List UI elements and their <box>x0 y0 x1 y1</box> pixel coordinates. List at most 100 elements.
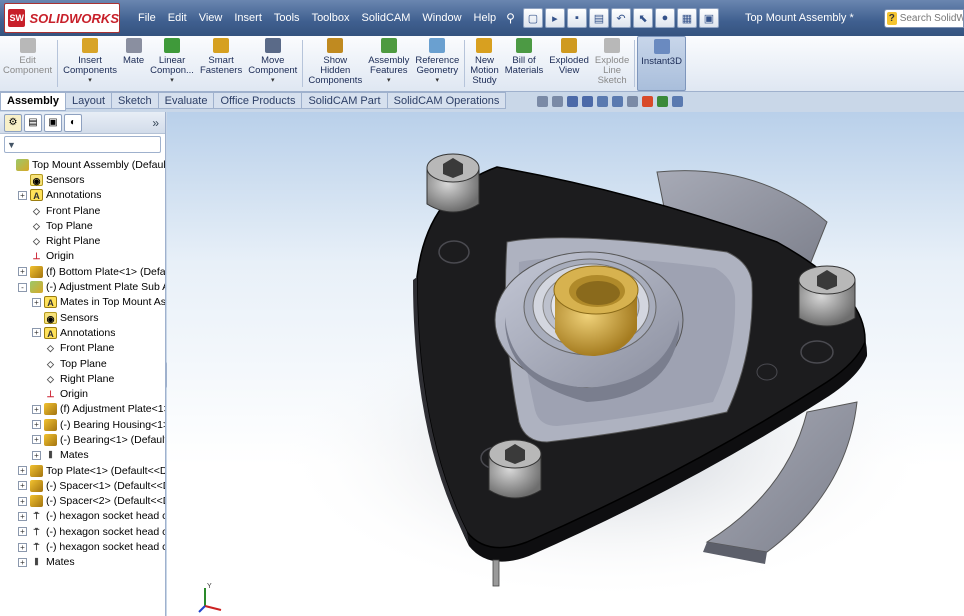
mate-button[interactable]: Mate <box>120 36 147 91</box>
bearing-bushing[interactable] <box>553 265 639 357</box>
dropdown-arrow-icon[interactable]: ▾ <box>387 76 391 86</box>
search-box[interactable]: ? Search SolidWorks <box>884 9 964 28</box>
hide-show-items-icon[interactable] <box>627 96 638 107</box>
view-orientation-icon[interactable] <box>597 96 608 107</box>
new-document-icon[interactable]: ▢ <box>522 8 543 28</box>
tab-assembly[interactable]: Assembly <box>0 92 66 111</box>
hex-bolt-1[interactable] <box>426 153 480 213</box>
tab-layout[interactable]: Layout <box>65 92 113 109</box>
save-icon[interactable]: ▪ <box>566 8 587 28</box>
tree-node[interactable]: ⊥ Origin <box>0 386 165 401</box>
feature-manager-tab-icon[interactable]: ⚙ <box>4 113 22 132</box>
tree-node[interactable]: + ⫴ Mates <box>0 448 165 463</box>
menu-view[interactable]: View <box>193 0 229 36</box>
expand-icon[interactable]: + <box>32 420 41 430</box>
smart-fasteners-button[interactable]: Smart Fasteners <box>197 36 245 91</box>
expand-panel-icon[interactable]: » <box>152 116 159 130</box>
search-input[interactable]: Search SolidWorks <box>900 13 963 24</box>
menu-tools[interactable]: Tools <box>268 0 306 36</box>
options-icon[interactable]: ▣ <box>698 8 719 28</box>
tab-solidcam-part[interactable]: SolidCAM Part <box>302 92 388 109</box>
tree-node[interactable]: + A Mates in Top Mount Ass <box>0 295 165 310</box>
tree-node[interactable]: + (-) Bearing<1> (Default< <box>0 432 165 447</box>
motion-study-button[interactable]: New Motion Study <box>467 36 502 91</box>
menu-edit[interactable]: Edit <box>162 0 193 36</box>
edit-appearance-icon[interactable] <box>642 96 653 107</box>
menu-file[interactable]: File <box>132 0 162 36</box>
menu-solidcam[interactable]: SolidCAM <box>355 0 416 36</box>
tree-node[interactable]: + ⍑ (-) hexagon socket head cap <box>0 509 165 524</box>
tree-node[interactable]: ◇ Right Plane <box>0 371 165 386</box>
dropdown-arrow-icon[interactable]: ▾ <box>271 76 275 86</box>
tree-node[interactable]: + (-) Bearing Housing<1> <box>0 417 165 432</box>
dropdown-arrow-icon[interactable]: ▾ <box>170 76 174 86</box>
rebuild-icon[interactable]: ● <box>654 8 675 28</box>
open-icon[interactable]: ▸ <box>544 8 565 28</box>
file-properties-icon[interactable]: ▦ <box>676 8 697 28</box>
expand-icon[interactable]: + <box>18 511 27 521</box>
tree-node[interactable]: Top Mount Assembly (Default< <box>0 157 165 172</box>
tree-node[interactable]: + (-) Spacer<1> (Default<<De <box>0 478 165 493</box>
select-icon[interactable]: ⬉ <box>632 8 653 28</box>
expand-icon[interactable]: + <box>18 557 27 567</box>
bill-of-materials-button[interactable]: Bill of Materials <box>502 36 547 91</box>
section-view-icon[interactable] <box>582 96 593 107</box>
explode-line-sketch-button[interactable]: Explode Line Sketch <box>592 36 632 91</box>
property-manager-tab-icon[interactable]: ▤ <box>24 113 42 132</box>
tree-node[interactable]: ◉ Sensors <box>0 172 165 187</box>
display-manager-tab-icon[interactable]: ◐ <box>64 113 82 132</box>
menu-help[interactable]: Help <box>468 0 503 36</box>
configuration-manager-tab-icon[interactable]: ▣ <box>44 113 62 132</box>
exploded-view-button[interactable]: Exploded View <box>546 36 592 91</box>
zoom-to-fit-icon[interactable] <box>537 96 548 107</box>
tab-sketch[interactable]: Sketch <box>112 92 159 109</box>
expand-icon[interactable]: + <box>18 481 27 491</box>
assembly-features-button[interactable]: Assembly Features ▾ <box>365 36 412 91</box>
apply-scene-icon[interactable] <box>657 96 668 107</box>
view-settings-icon[interactable] <box>672 96 683 107</box>
expand-icon[interactable]: + <box>32 404 41 414</box>
top-mount-assembly-model[interactable] <box>167 112 964 616</box>
expand-icon[interactable]: + <box>32 450 41 460</box>
tree-node[interactable]: + ⫴ Mates <box>0 555 165 570</box>
insert-components-button[interactable]: Insert Components ▾ <box>60 36 120 91</box>
linear-pattern-button[interactable]: Linear Compon... ▾ <box>147 36 197 91</box>
solidworks-logo[interactable]: SW SOLIDWORKS <box>4 3 120 33</box>
tree-node[interactable]: ◇ Front Plane <box>0 203 165 218</box>
show-hidden-button[interactable]: Show Hidden Components <box>305 36 365 91</box>
collapse-icon[interactable]: - <box>18 282 27 292</box>
tree-node[interactable]: ◉ Sensors <box>0 310 165 325</box>
display-style-icon[interactable] <box>612 96 623 107</box>
tree-node[interactable]: ◇ Right Plane <box>0 233 165 248</box>
tree-node[interactable]: ◇ Top Plane <box>0 218 165 233</box>
instant3d-button[interactable]: Instant3D <box>637 36 686 91</box>
menu-window[interactable]: Window <box>416 0 467 36</box>
undo-icon[interactable]: ↶ <box>610 8 631 28</box>
expand-icon[interactable]: + <box>18 496 27 506</box>
menu-toolbox[interactable]: Toolbox <box>306 0 356 36</box>
tree-node[interactable]: + A Annotations <box>0 325 165 340</box>
tree-node[interactable]: + (f) Adjustment Plate<1> <box>0 402 165 417</box>
tree-node[interactable]: ⊥ Origin <box>0 249 165 264</box>
expand-icon[interactable]: + <box>18 527 27 537</box>
edit-component-button[interactable]: Edit Component <box>0 36 55 91</box>
move-component-button[interactable]: Move Component ▾ <box>245 36 300 91</box>
reference-geometry-button[interactable]: Reference Geometry ▾ <box>412 36 462 91</box>
pin-menu-icon[interactable]: ⚲ <box>506 11 515 25</box>
tree-node[interactable]: + ⍑ (-) hexagon socket head cap <box>0 539 165 554</box>
tree-node[interactable]: ◇ Front Plane <box>0 341 165 356</box>
dropdown-arrow-icon[interactable]: ▾ <box>88 76 92 86</box>
tab-evaluate[interactable]: Evaluate <box>158 92 215 109</box>
expand-icon[interactable]: + <box>32 297 41 307</box>
expand-icon[interactable]: + <box>18 466 27 476</box>
print-icon[interactable]: ▤ <box>588 8 609 28</box>
tree-node[interactable]: + A Annotations <box>0 188 165 203</box>
tree-filter[interactable]: ▼ <box>4 136 161 153</box>
zoom-area-icon[interactable] <box>552 96 563 107</box>
expand-icon[interactable]: + <box>32 435 41 445</box>
tree-node[interactable]: + (-) Spacer<2> (Default<<De <box>0 494 165 509</box>
expand-icon[interactable]: + <box>18 267 27 277</box>
graphics-area[interactable]: Y <box>167 112 964 616</box>
menu-insert[interactable]: Insert <box>228 0 268 36</box>
expand-icon[interactable]: + <box>32 328 41 338</box>
